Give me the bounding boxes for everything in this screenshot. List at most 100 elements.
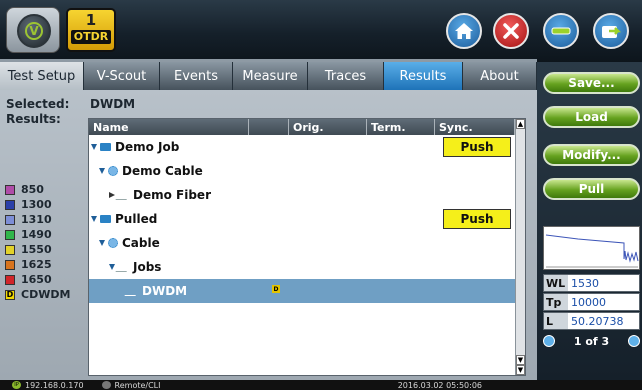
tree-row-pulled[interactable]: Pulled Push (89, 207, 525, 231)
legend-swatch (5, 274, 15, 285)
trace-preview-icon (545, 234, 639, 268)
wl-value: 1530 (571, 276, 599, 290)
wl-key: WL (544, 275, 568, 291)
tp-value: 10000 (571, 295, 606, 309)
pull-button[interactable]: Pull (543, 178, 640, 200)
expand-icon[interactable] (99, 168, 105, 174)
datetime: 2016.03.02 05:50:06 (397, 380, 482, 390)
legend-swatch (5, 184, 15, 195)
tab-about[interactable]: About (463, 62, 537, 90)
expand-icon[interactable] (99, 240, 105, 246)
minus-icon (551, 27, 571, 35)
legend-item: 850 (5, 182, 85, 197)
legend-label: 1490 (21, 228, 52, 241)
length-field: L 50.20738 (543, 312, 640, 330)
v-logo-icon: V (17, 14, 51, 48)
close-icon (503, 23, 519, 39)
legend-label: 1310 (21, 213, 52, 226)
collapse-icon[interactable] (109, 192, 115, 198)
tab-results[interactable]: Results (384, 62, 463, 90)
tree-row-jobs[interactable]: Jobs (89, 255, 525, 279)
tree-row-demo-job[interactable]: Demo Job Push (89, 135, 525, 159)
tree-row-demo-fiber[interactable]: Demo Fiber (89, 183, 525, 207)
legend-swatch (5, 259, 15, 270)
legend-label: 1550 (21, 243, 52, 256)
column-header-name[interactable]: Name (89, 119, 249, 135)
scroll-down-button[interactable]: ▼ (516, 355, 525, 365)
tree-header: Name Orig. Term. Sync. (89, 119, 525, 135)
tab-measure[interactable]: Measure (233, 62, 308, 90)
tree-row-label: Pulled (115, 212, 158, 226)
legend-item: 1300 (5, 197, 85, 212)
legend-label: 1300 (21, 198, 52, 211)
legend-item: 1490 (5, 227, 85, 242)
expand-icon[interactable] (109, 264, 115, 270)
legend-label: 850 (21, 183, 44, 196)
scroll-up-button[interactable]: ▲ (516, 119, 525, 129)
tree-scrollbar[interactable]: ▲ ▼ ▼ (515, 119, 525, 375)
save-button[interactable]: Save... (543, 72, 640, 94)
tab-traces[interactable]: Traces (308, 62, 384, 90)
fiber-icon (115, 262, 132, 272)
modify-button[interactable]: Modify... (543, 144, 640, 166)
home-icon (455, 23, 473, 39)
tree-row-label: Demo Fiber (133, 188, 211, 202)
wavelength-field: WL 1530 (543, 274, 640, 292)
job-folder-icon (100, 143, 111, 151)
legend-label: 1650 (21, 273, 52, 286)
legend-item: D CDWDM (5, 287, 85, 302)
l-key: L (544, 313, 568, 329)
selected-value: DWDM (90, 97, 136, 111)
fiber-icon (115, 190, 132, 200)
tree-row-label: Demo Cable (122, 164, 203, 178)
tab-events[interactable]: Events (160, 62, 233, 90)
scroll-end-button[interactable]: ▼ (516, 365, 525, 375)
tab-test-setup[interactable]: Test Setup (0, 62, 84, 90)
column-header-orig[interactable]: Orig. (289, 119, 367, 135)
load-button[interactable]: Load (543, 106, 640, 128)
tab-bar: Test Setup V-Scout Events Measure Traces… (0, 62, 537, 90)
legend-swatch (5, 229, 15, 240)
minimize-button[interactable] (543, 13, 579, 49)
module-badge[interactable]: 1 OTDR (66, 8, 116, 52)
legend-swatch (5, 199, 15, 210)
ip-icon: IP (12, 381, 21, 389)
app-logo-button[interactable]: V (6, 7, 60, 53)
job-folder-icon (100, 215, 111, 223)
column-header-term[interactable]: Term. (367, 119, 435, 135)
results-panel: Selected: DWDM Results: 850 1300 1310 14… (0, 90, 537, 380)
tree-rows: Demo Job Push Demo Cable Demo Fiber Pull… (89, 135, 525, 303)
prev-page-button[interactable] (543, 335, 555, 347)
tree-row-label: Jobs (133, 260, 162, 274)
tree-row-cable[interactable]: Cable (89, 231, 525, 255)
selected-label: Selected: (6, 97, 70, 111)
next-page-button[interactable] (628, 335, 640, 347)
export-button[interactable] (593, 13, 629, 49)
tree-row-dwdm[interactable]: DWDM D (89, 279, 525, 303)
tree-row-demo-cable[interactable]: Demo Cable (89, 159, 525, 183)
close-button[interactable] (493, 13, 529, 49)
column-header-sync[interactable]: Sync. (435, 119, 515, 135)
expand-icon[interactable] (91, 144, 97, 150)
trace-thumbnail[interactable] (543, 226, 640, 270)
column-header-blank (249, 119, 289, 135)
module-label: OTDR (71, 30, 111, 44)
push-button[interactable]: Push (443, 209, 511, 229)
legend-label: CDWDM (21, 288, 71, 301)
module-number: 1 (85, 11, 97, 29)
results-label: Results: (6, 112, 61, 126)
ip-address: 192.168.0.170 (25, 380, 84, 390)
tree-row-label: DWDM (142, 284, 188, 298)
fiber-icon (124, 286, 141, 296)
tab-v-scout[interactable]: V-Scout (84, 62, 160, 90)
legend-item: 1625 (5, 257, 85, 272)
wavelength-legend: 850 1300 1310 1490 1550 1625 1650 D CDWDM (5, 182, 85, 302)
tree-row-label: Cable (122, 236, 160, 250)
push-button[interactable]: Push (443, 137, 511, 157)
expand-icon[interactable] (91, 216, 97, 222)
pulse-field: Tp 10000 (543, 293, 640, 311)
status-bar: IP 192.168.0.170 Remote/CLI 2016.03.02 0… (0, 380, 642, 390)
page-indicator: 1 of 3 (573, 334, 610, 348)
results-tree[interactable]: Name Orig. Term. Sync. Demo Job Push Dem… (88, 118, 526, 376)
home-button[interactable] (446, 13, 482, 49)
